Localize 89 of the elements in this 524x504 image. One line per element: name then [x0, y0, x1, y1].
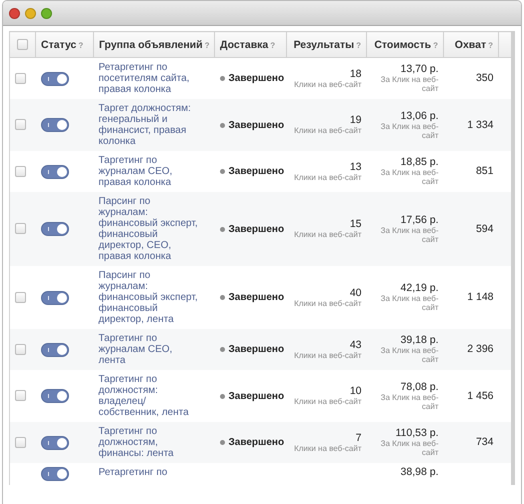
checkbox[interactable]: [17, 39, 28, 50]
cost-label: За Клик на веб-сайт: [380, 294, 438, 312]
cost-value: 78,08 р.: [400, 382, 438, 392]
cost-label: За Клик на веб-сайт: [380, 122, 438, 140]
cost-label: За Клик на веб-сайт: [380, 392, 438, 410]
results-value: 10: [348, 386, 362, 397]
column-header[interactable]: Результаты: [294, 38, 354, 50]
reach-value: 2 396: [466, 344, 494, 355]
checkbox[interactable]: [15, 119, 26, 130]
cost-value: 13,06 р.: [400, 110, 438, 122]
toggle-switch[interactable]: [40, 164, 68, 178]
window-control-button[interactable]: [9, 8, 20, 18]
cost-label: За Клик на веб-сайт: [380, 226, 438, 244]
cost-label: За Клик на веб-сайт: [380, 346, 438, 364]
checkbox[interactable]: [15, 344, 26, 355]
status-dot-icon: [220, 169, 224, 174]
results-label: Клики на веб-сайт: [293, 126, 362, 135]
cost-value: 39,18 р.: [400, 335, 438, 346]
reach-value: 350: [474, 73, 494, 84]
toggle-switch[interactable]: [40, 222, 68, 236]
column-header[interactable]: Доставка: [220, 38, 268, 50]
toggle-switch[interactable]: [40, 72, 68, 86]
window-control-button[interactable]: [25, 8, 36, 18]
delivery-status: Завершено: [228, 224, 284, 234]
checkbox[interactable]: [15, 72, 26, 84]
results-label: Клики на веб-сайт: [293, 80, 362, 88]
cost-value: 38,98 р.: [400, 467, 438, 478]
checkbox[interactable]: [15, 292, 26, 303]
status-dot-icon: [220, 295, 224, 300]
status-dot-icon: [220, 76, 224, 81]
toggle-switch[interactable]: [40, 467, 68, 481]
reach-value: 851: [474, 166, 494, 177]
results-value: 7: [354, 432, 362, 444]
column-header[interactable]: Статус: [41, 38, 76, 50]
column-header[interactable]: Группа объявлений: [99, 38, 203, 50]
reach-value: 1 148: [466, 292, 494, 303]
checkbox[interactable]: [15, 390, 26, 402]
ad-group-link[interactable]: Таргетинг по журналам CEO, правая колонка: [98, 155, 202, 188]
cost-label: За Клик на веб-сайт: [380, 168, 438, 186]
status-dot-icon: [220, 122, 224, 128]
toggle-switch[interactable]: [40, 118, 68, 132]
checkbox[interactable]: [15, 166, 26, 177]
checkbox[interactable]: [15, 223, 26, 234]
reach-value: 1 456: [466, 390, 494, 402]
delivery-status: Завершено: [228, 73, 284, 84]
results-label: Клики на веб-сайт: [293, 172, 362, 182]
results-label: Клики на веб-сайт: [293, 397, 362, 406]
delivery-status: Завершено: [228, 437, 284, 448]
toggle-switch[interactable]: [40, 389, 68, 403]
cost-value: 18,85 р.: [400, 157, 438, 168]
results-label: Клики на веб-сайт: [293, 350, 362, 360]
toggle-switch[interactable]: [40, 342, 68, 356]
ad-group-link[interactable]: Ретаргетинг по посетителям сайта, правая колонка: [98, 62, 202, 95]
ad-group-link[interactable]: Парсинг по журналам: финансовый эксперт, финансовый директор, лента: [98, 270, 202, 325]
checkbox[interactable]: [15, 436, 26, 448]
column-header[interactable]: Охват: [454, 38, 486, 50]
reach-value: 1 334: [466, 120, 494, 130]
cost-value: 17,56 р.: [400, 214, 438, 226]
toggle-switch[interactable]: [40, 436, 68, 450]
results-value: 13: [348, 162, 362, 172]
results-value: 40: [348, 288, 362, 298]
status-dot-icon: [220, 440, 224, 445]
results-value: 43: [348, 340, 362, 350]
status-dot-icon: [220, 347, 224, 352]
delivery-status: Завершено: [228, 292, 284, 303]
results-value: 19: [348, 115, 362, 126]
results-value: 15: [348, 219, 362, 230]
cost-value: 110,53 р.: [394, 428, 438, 439]
cost-value: 42,19 р.: [400, 283, 438, 294]
column-header[interactable]: Стоимость: [374, 38, 432, 50]
toggle-switch[interactable]: [40, 290, 68, 304]
cost-label: За Клик на веб-сайт: [380, 75, 438, 93]
reach-value: 594: [474, 224, 494, 234]
ad-group-link[interactable]: Ретаргетинг по: [98, 467, 202, 478]
results-label: Клики на веб-сайт: [293, 298, 362, 308]
status-dot-icon: [220, 226, 224, 232]
cost-label: За Клик на веб-сайт: [380, 439, 438, 457]
delivery-status: Завершено: [228, 390, 284, 402]
delivery-status: Завершено: [228, 120, 284, 130]
results-label: Клики на веб-сайт: [293, 444, 362, 452]
results-label: Клики на веб-сайт: [293, 230, 362, 239]
window-control-button[interactable]: [41, 8, 52, 18]
cost-value: 13,70 р.: [400, 64, 438, 75]
delivery-status: Завершено: [228, 344, 284, 355]
ad-group-link[interactable]: Таргетинг по должностям: владелец/ собственник, лента: [98, 374, 202, 418]
results-value: 18: [348, 68, 362, 80]
reach-value: 734: [474, 437, 494, 448]
delivery-status: Завершено: [228, 166, 284, 177]
status-dot-icon: [220, 394, 224, 398]
